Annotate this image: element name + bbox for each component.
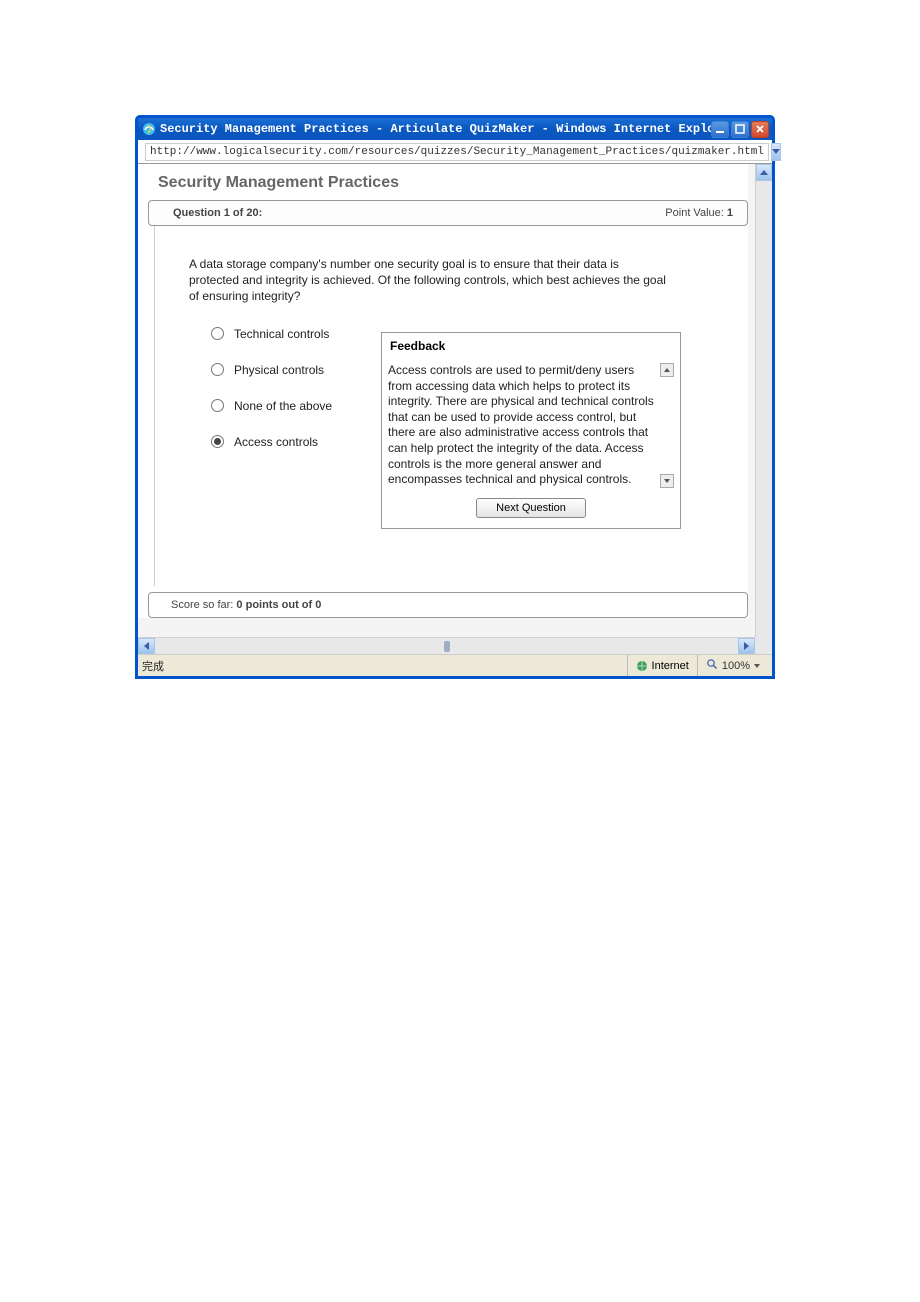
feedback-panel: Feedback Access controls are used to per… — [381, 332, 681, 529]
scroll-down-icon[interactable] — [660, 474, 674, 488]
score-prefix: Score so far: — [171, 599, 236, 611]
question-text: A data storage company's number one secu… — [189, 256, 669, 305]
option-label: Technical controls — [234, 327, 329, 341]
question-header: Question 1 of 20: Point Value: 1 — [148, 200, 748, 226]
zoom-control[interactable]: 100% — [697, 655, 768, 676]
minimize-button[interactable] — [711, 121, 729, 138]
radio-icon — [211, 327, 224, 340]
scroll-up-icon[interactable] — [756, 164, 772, 181]
radio-icon — [211, 399, 224, 412]
address-bar: e http://www.logicalsecurity.com/resourc… — [138, 140, 772, 164]
quiz-area: Security Management Practices Question 1… — [138, 164, 748, 618]
score-value: 0 points out of 0 — [236, 599, 321, 611]
magnifier-icon — [706, 658, 718, 673]
option-label: Access controls — [234, 435, 318, 449]
zone-label: Internet — [652, 660, 689, 672]
address-input[interactable]: http://www.logicalsecurity.com/resources… — [145, 143, 769, 161]
ie-icon — [142, 122, 156, 136]
security-zone: Internet — [627, 655, 697, 676]
horizontal-scrollbar[interactable] — [138, 637, 755, 654]
radio-icon — [211, 435, 224, 448]
feedback-scrollbar[interactable] — [660, 363, 674, 488]
maximize-button[interactable] — [731, 121, 749, 138]
scroll-left-icon[interactable] — [138, 638, 155, 654]
address-dropdown[interactable] — [771, 143, 781, 161]
scroll-right-icon[interactable] — [738, 638, 755, 654]
chevron-down-icon — [754, 664, 760, 668]
close-button[interactable] — [751, 121, 769, 138]
zoom-value: 100% — [722, 660, 750, 672]
scroll-up-icon[interactable] — [660, 363, 674, 377]
question-body: A data storage company's number one secu… — [154, 226, 748, 586]
question-number: Question 1 of 20: — [173, 207, 262, 219]
status-text: 完成 — [142, 658, 164, 674]
content-viewport: Security Management Practices Question 1… — [138, 164, 772, 654]
window-title: Security Management Practices - Articula… — [160, 122, 711, 136]
radio-icon — [211, 363, 224, 376]
status-bar: 完成 Internet 100% — [138, 654, 772, 676]
point-value: 1 — [727, 207, 733, 219]
url-text: http://www.logicalsecurity.com/resources… — [150, 146, 764, 158]
titlebar: Security Management Practices - Articula… — [138, 118, 772, 140]
option-label: Physical controls — [234, 363, 324, 377]
scroll-thumb[interactable] — [444, 641, 450, 652]
globe-icon — [636, 660, 648, 672]
point-label: Point Value: — [665, 207, 724, 219]
feedback-title: Feedback — [388, 337, 674, 363]
page-title: Security Management Practices — [148, 170, 748, 200]
browser-window: Security Management Practices - Articula… — [135, 115, 775, 679]
feedback-text: Access controls are used to permit/deny … — [388, 363, 658, 488]
score-bar: Score so far: 0 points out of 0 — [148, 592, 748, 618]
vertical-scrollbar[interactable] — [755, 164, 772, 654]
option-label: None of the above — [234, 399, 332, 413]
scroll-corner — [755, 637, 772, 654]
next-question-button[interactable]: Next Question — [476, 498, 586, 518]
